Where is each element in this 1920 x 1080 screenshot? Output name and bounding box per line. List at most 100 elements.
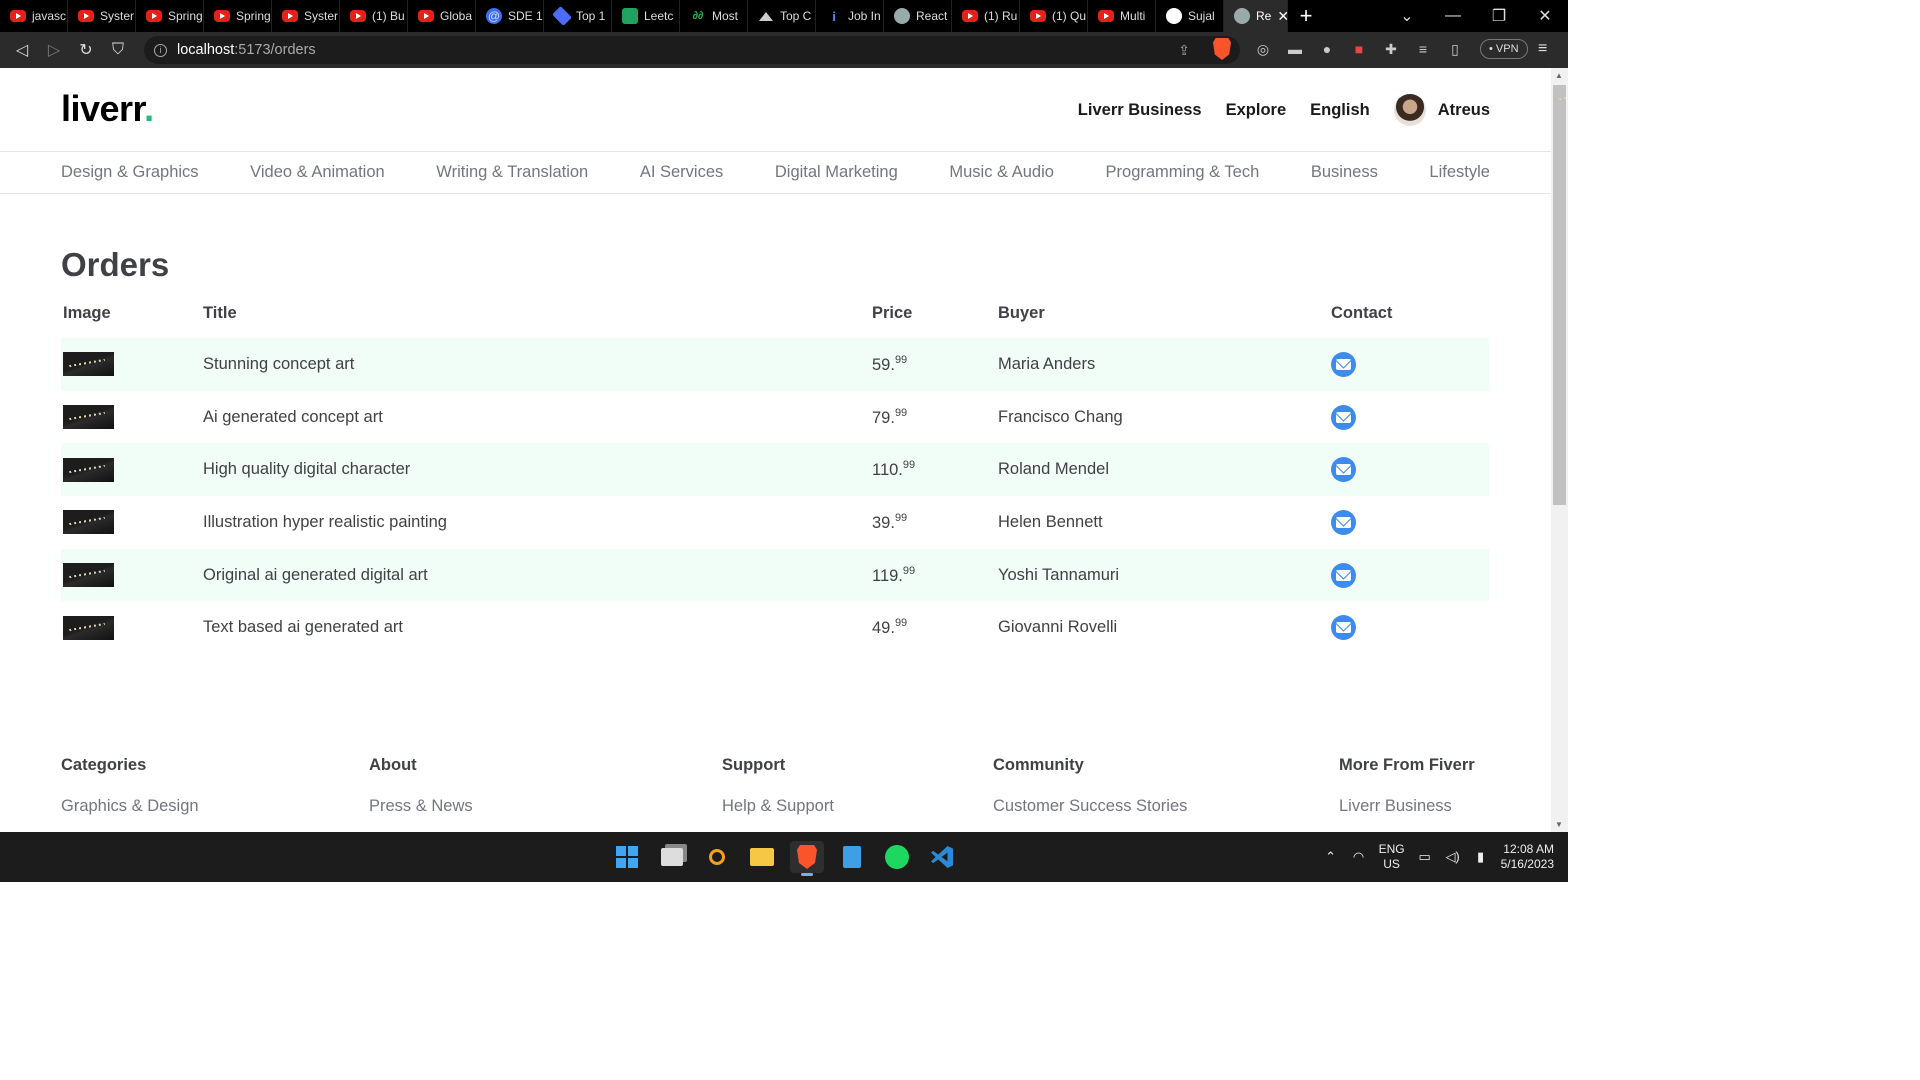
task-view-button[interactable] <box>655 841 689 873</box>
browser-tab-title: Globa <box>440 9 473 23</box>
category-link[interactable]: Music & Audio <box>949 163 1054 182</box>
category-link[interactable]: Business <box>1311 163 1378 182</box>
notepad-button[interactable] <box>835 841 869 873</box>
browser-tab[interactable]: Spring <box>204 0 272 32</box>
category-link[interactable]: Writing & Translation <box>436 163 588 182</box>
gig-thumbnail[interactable] <box>63 510 114 535</box>
message-icon[interactable] <box>1331 404 1356 430</box>
category-link[interactable]: Programming & Tech <box>1106 163 1260 182</box>
playlist-icon[interactable]: ≡ <box>1414 40 1432 58</box>
browser-tab[interactable]: Syster <box>272 0 340 32</box>
category-link[interactable]: Lifestyle <box>1429 163 1490 182</box>
site-info-icon[interactable]: i <box>154 43 167 57</box>
browser-tab[interactable]: i Job In <box>816 0 884 32</box>
vpn-button[interactable]: • VPN <box>1480 39 1528 59</box>
minimize-button[interactable]: — <box>1430 7 1476 25</box>
volume-icon[interactable]: ◁) <box>1445 849 1461 864</box>
chevron-up-icon[interactable]: ⌃ <box>1323 849 1339 864</box>
gig-thumbnail[interactable] <box>63 352 114 377</box>
browser-tab[interactable]: React <box>884 0 952 32</box>
browser-tab[interactable]: javasc <box>0 0 68 32</box>
close-icon[interactable]: ✕ <box>1277 8 1287 25</box>
menu-icon[interactable]: ≡ <box>1538 40 1547 58</box>
category-link[interactable]: Video & Animation <box>250 163 385 182</box>
battery-icon[interactable]: ▮ <box>1473 849 1489 864</box>
gig-thumbnail[interactable] <box>63 563 114 588</box>
category-link[interactable]: Design & Graphics <box>61 163 199 182</box>
message-icon[interactable] <box>1331 457 1356 483</box>
browser-tab[interactable]: Top C <box>748 0 816 32</box>
new-tab-button[interactable]: + <box>1288 3 1324 29</box>
reader-icon[interactable]: ◎ <box>1254 40 1272 58</box>
vscode-button[interactable] <box>925 841 959 873</box>
share-icon[interactable]: ⇪ <box>1178 42 1190 59</box>
gig-thumbnail[interactable] <box>63 457 114 482</box>
restore-button[interactable]: ❐ <box>1476 6 1522 26</box>
browser-tab[interactable]: @ SDE 1 <box>476 0 544 32</box>
footer-link[interactable]: Customer Success Stories <box>993 797 1187 816</box>
category-link[interactable]: AI Services <box>640 163 723 182</box>
browser-tab[interactable]: (1) Bu <box>340 0 408 32</box>
table-row: High quality digital character 110.99 Rola… <box>61 443 1489 497</box>
scroll-up-arrow[interactable]: ▲ <box>1555 71 1563 80</box>
footer-column: About Press & News <box>369 756 473 816</box>
browser-tab[interactable]: ∂∂ Most <box>680 0 748 32</box>
footer-link[interactable]: Graphics & Design <box>61 797 199 816</box>
message-icon[interactable] <box>1331 509 1356 535</box>
monitor-icon[interactable]: ▭ <box>1417 849 1433 864</box>
browser-tab[interactable]: (1) Qu <box>1020 0 1088 32</box>
bookmark-icon[interactable]: ⛉ <box>102 41 134 59</box>
tab-active[interactable]: Re ✕ <box>1224 0 1288 32</box>
browser-tab[interactable]: Globa <box>408 0 476 32</box>
clock[interactable]: 12:08 AM 5/16/2023 <box>1501 842 1554 872</box>
brave-taskbar-button[interactable] <box>790 841 824 876</box>
reload-icon[interactable]: ↻ <box>70 40 102 60</box>
folder-icon[interactable]: ▬ <box>1286 40 1304 58</box>
browser-tab[interactable]: Leetc <box>612 0 680 32</box>
browser-tab[interactable]: Sujal <box>1156 0 1224 32</box>
tab-search-icon[interactable]: ⌄ <box>1384 6 1430 26</box>
file-explorer-button[interactable] <box>745 841 779 873</box>
browser-tab[interactable]: Syster <box>68 0 136 32</box>
footer-link[interactable]: Help & Support <box>722 797 834 816</box>
cell-title: Illustration hyper realistic painting <box>203 512 447 531</box>
sidebar-icon[interactable]: ▯ <box>1446 40 1464 58</box>
vpn-label: VPN <box>1495 43 1519 55</box>
nav-business-link[interactable]: Liverr Business <box>1078 101 1202 120</box>
browser-tab[interactable]: Spring <box>136 0 204 32</box>
forward-icon[interactable]: ▷ <box>38 40 70 60</box>
close-window-button[interactable]: ✕ <box>1522 6 1568 26</box>
footer-link[interactable]: Liverr Business <box>1339 797 1475 816</box>
address-bar[interactable]: i localhost :5173/orders ⇪ <box>144 36 1240 64</box>
browser-tab[interactable]: Top 1 <box>544 0 612 32</box>
message-icon[interactable] <box>1331 615 1356 641</box>
footer-link[interactable]: Press & News <box>369 797 473 816</box>
globe-icon <box>1234 8 1250 24</box>
nav-language-link[interactable]: English <box>1310 101 1370 120</box>
scroll-down-arrow[interactable]: ▼ <box>1555 820 1563 829</box>
category-link[interactable]: Digital Marketing <box>775 163 898 182</box>
browser-tab[interactable]: Multi <box>1088 0 1156 32</box>
gig-thumbnail[interactable] <box>63 615 114 640</box>
message-icon[interactable] <box>1331 562 1356 588</box>
site-logo[interactable]: liverr. <box>61 88 154 130</box>
browser-tab[interactable]: (1) Ru <box>952 0 1020 32</box>
extension-icon[interactable]: ● <box>1318 40 1336 58</box>
gig-thumbnail[interactable] <box>63 405 114 430</box>
message-icon[interactable] <box>1331 351 1356 377</box>
browser-tab-title: Top 1 <box>576 9 606 23</box>
back-icon[interactable]: ◁ <box>6 40 38 60</box>
scrollbar-thumb[interactable] <box>1553 85 1566 505</box>
avatar[interactable] <box>1393 94 1426 126</box>
search-button[interactable] <box>700 841 734 873</box>
language-indicator[interactable]: ENG US <box>1379 842 1405 872</box>
puzzle-icon[interactable]: ✚ <box>1382 40 1400 58</box>
page-scrollbar[interactable]: ▲ ▼ <box>1551 68 1568 832</box>
network-icon[interactable]: ◠ <box>1351 849 1367 864</box>
spotify-button[interactable] <box>880 841 914 873</box>
nav-explore-link[interactable]: Explore <box>1226 101 1287 120</box>
nav-username[interactable]: Atreus <box>1438 101 1490 120</box>
table-body: Stunning concept art 59.99 Maria Anders Ai … <box>61 338 1489 654</box>
start-button[interactable] <box>610 841 644 873</box>
extension-red-icon[interactable]: ■ <box>1350 40 1368 58</box>
